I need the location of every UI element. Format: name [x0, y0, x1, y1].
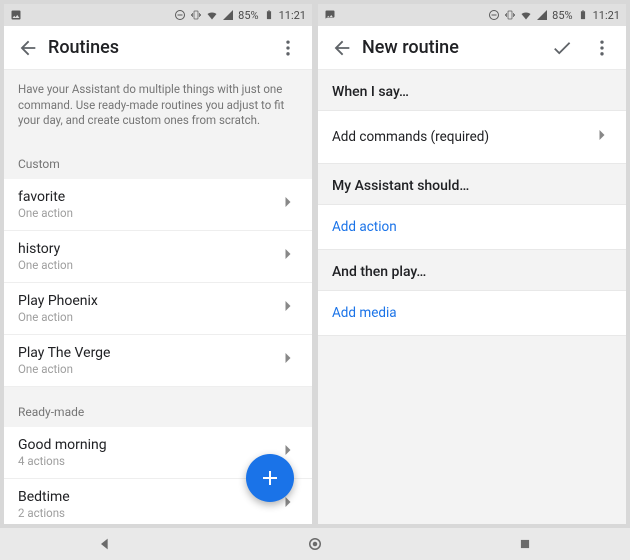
dnd-icon — [174, 9, 186, 21]
add-media-label: Add media — [332, 305, 612, 321]
chevron-right-icon — [278, 244, 298, 268]
routine-row[interactable]: historyOne action — [4, 231, 312, 283]
add-media-row[interactable]: Add media — [318, 290, 626, 336]
picture-icon — [10, 9, 22, 21]
confirm-button[interactable] — [542, 28, 582, 68]
vibrate-icon — [504, 9, 516, 21]
system-nav-bar — [0, 528, 630, 560]
back-button[interactable] — [322, 28, 362, 68]
routine-sub: One action — [18, 310, 278, 324]
routine-name: Bedtime — [18, 489, 278, 505]
app-bar: Routines — [4, 26, 312, 70]
battery-text: 85% — [552, 9, 572, 22]
vibrate-icon — [190, 9, 202, 21]
routine-row[interactable]: favoriteOne action — [4, 179, 312, 231]
routine-name: history — [18, 241, 278, 257]
battery-text: 85% — [238, 9, 258, 22]
add-action-label: Add action — [332, 219, 612, 235]
battery-icon — [577, 9, 589, 21]
routine-sub: One action — [18, 206, 278, 220]
page-title: Routines — [48, 37, 268, 58]
routine-sub: 2 actions — [18, 506, 278, 520]
overflow-menu-button[interactable] — [582, 28, 622, 68]
intro-text: Have your Assistant do multiple things w… — [4, 70, 312, 139]
nav-home-button[interactable] — [306, 535, 324, 553]
routine-sub: One action — [18, 362, 278, 376]
page-title: New routine — [362, 37, 542, 58]
nav-back-button[interactable] — [96, 535, 114, 553]
routine-name: favorite — [18, 189, 278, 205]
signal-icon — [536, 9, 548, 21]
clock-text: 11:21 — [279, 9, 306, 22]
chevron-right-icon — [278, 192, 298, 216]
routine-name: Play The Verge — [18, 345, 278, 361]
section-ready-label: Ready-made — [4, 387, 312, 427]
routine-row[interactable]: Play The VergeOne action — [4, 335, 312, 387]
section-assistant-should: My Assistant should… — [318, 164, 626, 204]
section-then-play: And then play… — [318, 250, 626, 290]
content-scroll[interactable]: Have your Assistant do multiple things w… — [4, 70, 312, 524]
wifi-icon — [520, 9, 532, 21]
chevron-right-icon — [278, 296, 298, 320]
add-action-row[interactable]: Add action — [318, 204, 626, 250]
wifi-icon — [206, 9, 218, 21]
overflow-menu-button[interactable] — [268, 28, 308, 68]
phone-routines: 85% 11:21 Routines Have your Assistant d… — [4, 4, 312, 524]
section-when-i-say: When I say… — [318, 70, 626, 110]
add-commands-label: Add commands (required) — [332, 129, 592, 145]
chevron-right-icon — [278, 348, 298, 372]
dnd-icon — [488, 9, 500, 21]
section-custom-label: Custom — [4, 139, 312, 179]
back-button[interactable] — [8, 28, 48, 68]
add-routine-fab[interactable] — [246, 454, 294, 502]
nav-recent-button[interactable] — [516, 535, 534, 553]
battery-icon — [263, 9, 275, 21]
clock-text: 11:21 — [593, 9, 620, 22]
content-scroll[interactable]: When I say… Add commands (required) My A… — [318, 70, 626, 524]
status-bar: 85% 11:21 — [318, 4, 626, 26]
app-bar: New routine — [318, 26, 626, 70]
add-commands-row[interactable]: Add commands (required) — [318, 110, 626, 164]
routine-name: Play Phoenix — [18, 293, 278, 309]
status-bar: 85% 11:21 — [4, 4, 312, 26]
phone-new-routine: 85% 11:21 New routine When I say… Add co… — [318, 4, 626, 524]
routine-sub: 4 actions — [18, 454, 278, 468]
signal-icon — [222, 9, 234, 21]
routine-sub: One action — [18, 258, 278, 272]
routine-row[interactable]: Play PhoenixOne action — [4, 283, 312, 335]
picture-icon — [324, 9, 336, 21]
chevron-right-icon — [592, 125, 612, 149]
routine-name: Good morning — [18, 437, 278, 453]
